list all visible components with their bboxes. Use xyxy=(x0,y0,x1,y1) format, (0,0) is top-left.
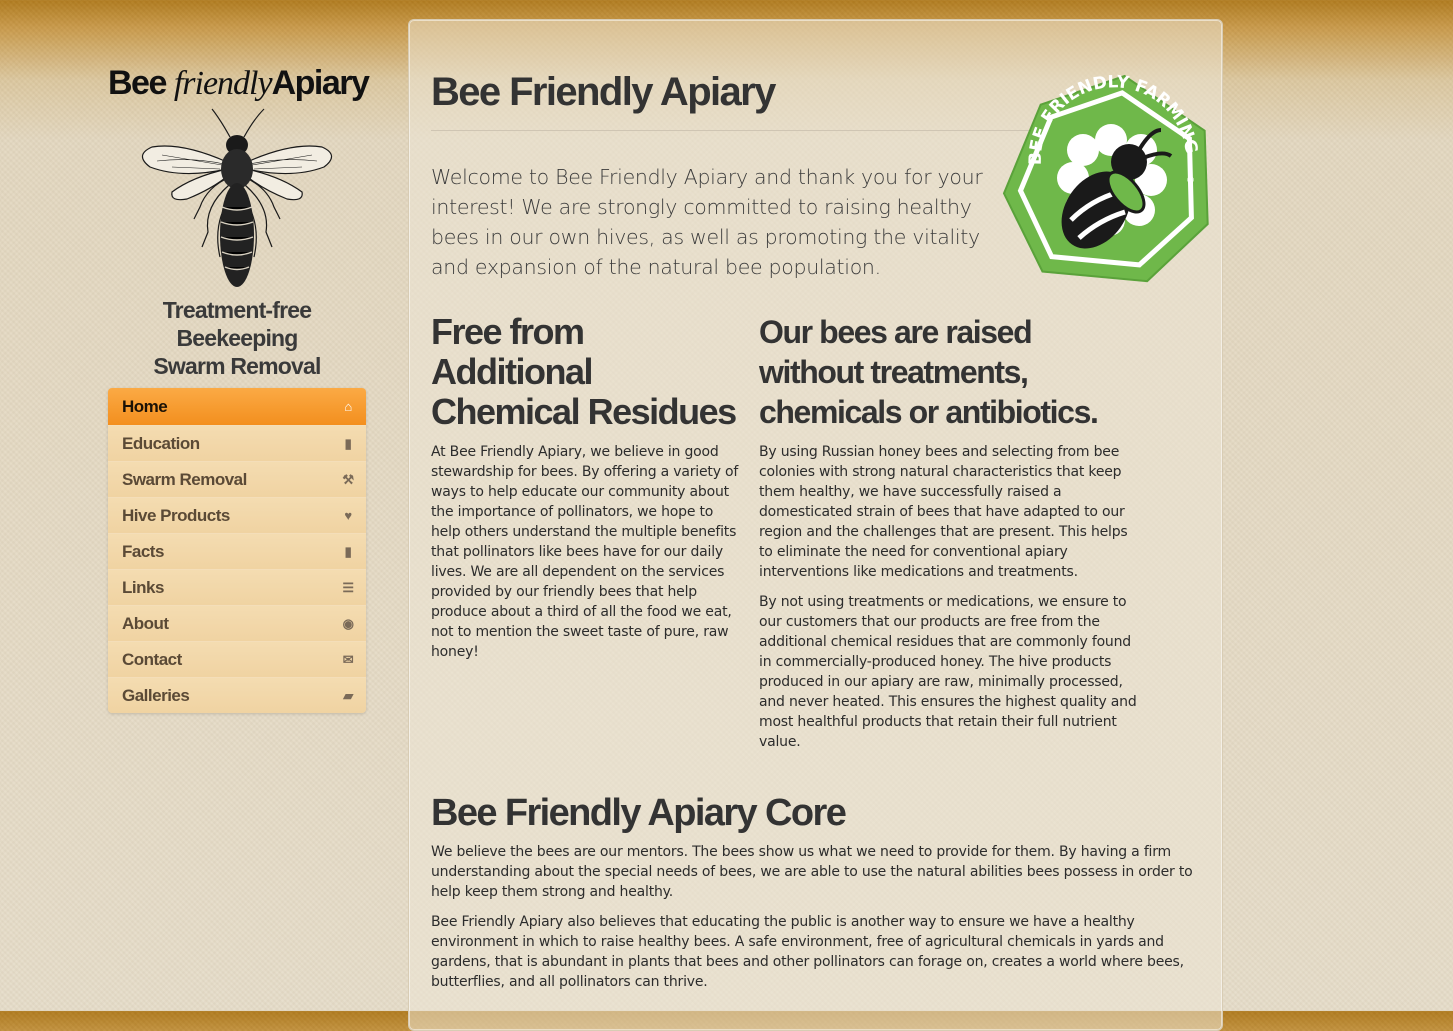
nav-item-about[interactable]: About ◉ xyxy=(108,605,366,641)
nav-item-home[interactable]: Home ⌂ xyxy=(108,388,366,425)
heart-icon: ♥ xyxy=(344,508,352,523)
core-paragraph: We believe the bees are our mentors. The… xyxy=(431,844,1193,900)
site-logo[interactable]: Bee friendlyApiary xyxy=(108,60,370,300)
right-column: Our bees are raised without treatments, … xyxy=(759,312,1139,762)
sidebar: Bee friendlyApiary Treatment-free Beekee… xyxy=(108,60,370,713)
book-icon: ▮ xyxy=(344,436,352,451)
page-title: Bee Friendly Apiary xyxy=(431,70,776,114)
tagline: Treatment-free Beekeeping Swarm Removal xyxy=(108,296,366,380)
nav-item-education[interactable]: Education ▮ xyxy=(108,425,366,461)
core-heading: Bee Friendly Apiary Core xyxy=(431,792,847,834)
badge-registered-mark: ® xyxy=(1186,176,1195,186)
right-column-paragraph: By using Russian honey bees and selectin… xyxy=(759,444,1128,580)
main-content-panel: Bee Friendly Apiary BEE FRIENDLY FARMING… xyxy=(408,19,1223,1031)
list-icon: ☰ xyxy=(342,580,354,595)
home-icon: ⌂ xyxy=(344,399,352,414)
left-column-heading: Free from Additional Chemical Residues xyxy=(431,311,737,432)
nav-item-swarm-removal[interactable]: Swarm Removal ⚒ xyxy=(108,461,366,497)
globe-icon: ◉ xyxy=(342,616,354,631)
right-column-heading: Our bees are raised without treatments, … xyxy=(759,314,1099,430)
nav-item-contact[interactable]: Contact ✉ xyxy=(108,641,366,677)
nav-item-facts[interactable]: Facts ▮ xyxy=(108,533,366,569)
envelope-icon: ✉ xyxy=(342,652,354,667)
logo-text: Bee friendlyApiary xyxy=(108,64,370,102)
core-paragraph: Bee Friendly Apiary also believes that e… xyxy=(431,914,1184,990)
folder-open-icon: ▰ xyxy=(343,688,353,703)
nav-item-links[interactable]: Links ☰ xyxy=(108,569,366,605)
nav-item-hive-products[interactable]: Hive Products ♥ xyxy=(108,497,366,533)
wrench-icon: ⚒ xyxy=(342,472,354,487)
book-icon: ▮ xyxy=(344,544,352,559)
left-column-paragraph: At Bee Friendly Apiary, we believe in go… xyxy=(431,444,739,660)
bee-friendly-farming-badge: BEE FRIENDLY FARMING ® xyxy=(1001,70,1219,292)
nav-item-galleries[interactable]: Galleries ▰ xyxy=(108,677,366,713)
core-section: Bee Friendly Apiary Core We believe the … xyxy=(431,790,1201,1002)
tagline-line-2: Swarm Removal xyxy=(153,353,321,379)
left-column: Free from Additional Chemical Residues A… xyxy=(431,312,746,672)
tagline-line-1: Treatment-free Beekeeping xyxy=(162,297,312,351)
main-nav: Home ⌂ Education ▮ Swarm Removal ⚒ Hive Pro… xyxy=(108,388,366,713)
right-column-paragraph: By not using treatments or medications, … xyxy=(759,594,1137,750)
bee-illustration-icon xyxy=(141,108,333,287)
intro-text: Welcome to Bee Friendly Apiary and thank… xyxy=(431,165,983,279)
